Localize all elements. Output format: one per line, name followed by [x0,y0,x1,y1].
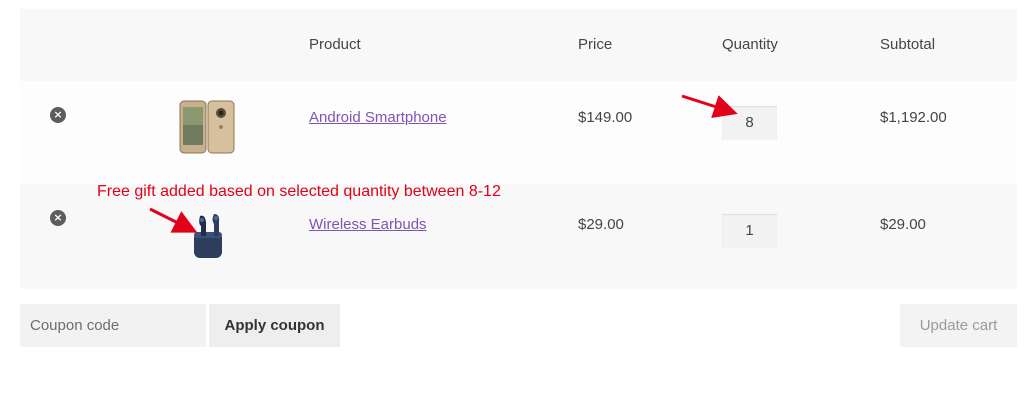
arrow-to-earbuds [149,207,198,233]
update-cart-button[interactable]: Update cart [900,304,1017,347]
coupon-code-input[interactable] [20,304,206,347]
apply-coupon-button[interactable]: Apply coupon [209,304,340,347]
arrow-to-quantity [681,94,738,118]
